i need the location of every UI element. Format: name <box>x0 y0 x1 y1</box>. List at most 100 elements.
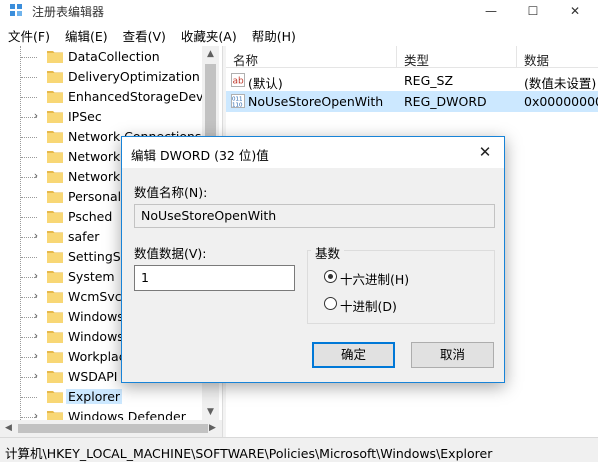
scroll-up-icon[interactable]: ▲ <box>202 46 219 62</box>
close-icon: ✕ <box>569 4 581 18</box>
minimize-button[interactable]: — <box>470 0 512 22</box>
menu-help[interactable]: 帮助(H) <box>244 24 303 44</box>
value-name-label: 数值名称(N): <box>134 185 208 200</box>
tree-item-label[interactable]: WcmSvc <box>68 289 122 304</box>
folder-icon <box>47 91 63 103</box>
registry-editor-icon <box>10 4 22 16</box>
column-header-type[interactable]: 类型 <box>404 50 429 69</box>
tree-connector <box>21 197 37 198</box>
tree-item-label[interactable]: System <box>68 269 115 284</box>
list-header: 名称 类型 数据 <box>226 46 598 68</box>
column-header-data[interactable]: 数据 <box>524 50 549 69</box>
close-button[interactable]: ✕ <box>554 0 596 22</box>
scroll-right-icon[interactable]: ▶ <box>204 420 221 437</box>
tree-connector <box>21 77 37 78</box>
tree-item-label[interactable]: Windows <box>68 309 124 324</box>
tree-item-label[interactable]: WSDAPI <box>68 369 117 384</box>
menu-file[interactable]: 文件(F) <box>0 24 57 44</box>
tree-item[interactable]: › IPSec <box>0 107 218 127</box>
folder-icon <box>47 371 63 383</box>
folder-icon <box>47 391 63 403</box>
menu-bar: 文件(F) 编辑(E) 查看(V) 收藏夹(A) 帮助(H) <box>0 24 598 44</box>
radio-label[interactable]: 十六进制(H) <box>340 269 409 288</box>
tree-hscroll-thumb[interactable] <box>18 424 208 433</box>
title-bar: 注册表编辑器 — ☐ ✕ <box>0 0 598 22</box>
tree-item[interactable]: EnhancedStorageDevic <box>0 87 218 107</box>
expand-chevron-icon[interactable]: › <box>30 370 42 382</box>
expand-chevron-icon[interactable]: › <box>30 410 42 421</box>
menu-view[interactable]: 查看(V) <box>115 24 173 44</box>
folder-icon <box>47 171 63 183</box>
value-data-label: 数值数据(V): <box>134 246 207 261</box>
base-label: 基数 <box>311 243 345 262</box>
tree-connector <box>21 137 37 138</box>
scroll-down-icon[interactable]: ▼ <box>202 404 219 420</box>
value-name: NoUseStoreOpenWith <box>248 94 384 109</box>
expand-chevron-icon[interactable]: › <box>30 290 42 302</box>
radio-checked-icon[interactable] <box>324 270 337 283</box>
expand-chevron-icon[interactable]: › <box>30 230 42 242</box>
tree-connector <box>21 217 37 218</box>
ok-button[interactable]: 确定 <box>312 342 395 368</box>
tree-item[interactable]: DeliveryOptimization <box>0 67 218 87</box>
tree-connector <box>21 57 37 58</box>
value-data: 0x00000000 <box>524 94 598 109</box>
string-value-icon: ab <box>231 73 245 87</box>
list-row[interactable]: 011 110 NoUseStoreOpenWith REG_DWORD 0x0… <box>226 91 598 112</box>
dialog-close-button[interactable]: ✕ <box>474 142 496 162</box>
folder-icon <box>47 411 63 420</box>
column-divider[interactable] <box>396 46 397 68</box>
dialog-title-bar[interactable]: 编辑 DWORD (32 位)值 ✕ <box>122 137 504 168</box>
radio-label[interactable]: 十进制(D) <box>340 296 397 315</box>
value-name: (默认) <box>248 76 283 91</box>
maximize-button[interactable]: ☐ <box>512 0 554 22</box>
list-row[interactable]: ab (默认) REG_SZ (数值未设置) <box>226 70 598 91</box>
folder-icon <box>47 351 63 363</box>
expand-chevron-icon[interactable]: › <box>30 350 42 362</box>
window-title: 注册表编辑器 <box>32 5 105 19</box>
cancel-button[interactable]: 取消 <box>411 342 494 368</box>
folder-icon <box>47 191 63 203</box>
tree-item-label[interactable]: safer <box>68 229 99 244</box>
tree-item-label[interactable]: Psched <box>68 209 112 224</box>
expand-chevron-icon[interactable]: › <box>30 310 42 322</box>
column-header-name[interactable]: 名称 <box>233 50 258 69</box>
value-type: REG_DWORD <box>404 94 487 109</box>
expand-chevron-icon[interactable]: › <box>30 270 42 282</box>
folder-icon <box>47 71 63 83</box>
tree-item[interactable]: DataCollection <box>0 47 218 67</box>
tree-connector <box>21 157 37 158</box>
folder-icon <box>47 291 63 303</box>
folder-icon <box>47 251 63 263</box>
tree-item[interactable]: › Windows Defender <box>0 407 218 420</box>
svg-text:ab: ab <box>233 77 245 87</box>
value-data-input[interactable]: 1 <box>134 265 295 291</box>
value-name-field: NoUseStoreOpenWith <box>134 204 495 228</box>
folder-icon <box>47 151 63 163</box>
value-type: REG_SZ <box>404 73 454 88</box>
expand-chevron-icon[interactable]: › <box>30 330 42 342</box>
minimize-icon: — <box>485 4 497 18</box>
tree-item-label[interactable]: DeliveryOptimization <box>68 69 200 84</box>
menu-edit[interactable]: 编辑(E) <box>57 24 115 44</box>
column-divider[interactable] <box>516 46 517 68</box>
tree-horizontal-scrollbar[interactable]: ◀ ▶ <box>0 420 222 437</box>
tree-item-label[interactable]: Windows Defender <box>68 409 186 420</box>
folder-icon <box>47 271 63 283</box>
folder-icon <box>47 311 63 323</box>
tree-item-label[interactable]: Windows <box>68 329 124 344</box>
edit-dword-dialog: 编辑 DWORD (32 位)值 ✕ 数值名称(N): NoUseStoreOp… <box>121 136 505 383</box>
expand-chevron-icon[interactable]: › <box>30 170 42 182</box>
tree-item-label[interactable]: DataCollection <box>68 49 160 64</box>
scroll-left-icon[interactable]: ◀ <box>0 420 17 437</box>
tree-item[interactable]: Explorer <box>0 387 218 407</box>
tree-item-label[interactable]: EnhancedStorageDevic <box>68 89 214 104</box>
svg-text:110: 110 <box>232 103 243 109</box>
expand-chevron-icon[interactable]: › <box>30 110 42 122</box>
tree-item-label[interactable]: Explorer <box>66 389 123 404</box>
menu-favorites[interactable]: 收藏夹(A) <box>173 24 244 44</box>
tree-item-label[interactable]: IPSec <box>68 109 102 124</box>
folder-icon <box>47 51 63 63</box>
tree-connector <box>21 397 37 398</box>
radio-unchecked-icon[interactable] <box>324 297 337 310</box>
